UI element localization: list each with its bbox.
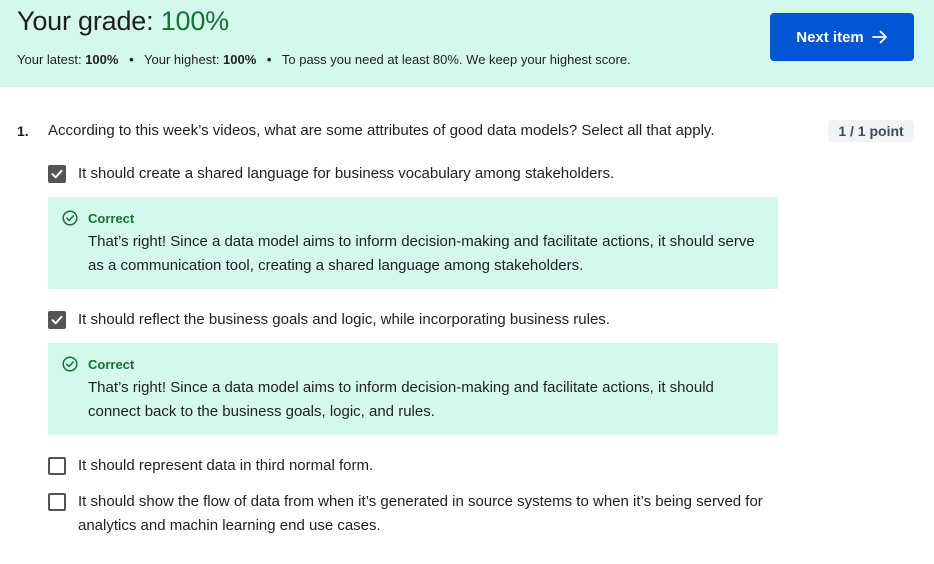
latest-label: Your latest: — [17, 52, 86, 67]
checkbox-unchecked[interactable] — [48, 457, 66, 475]
next-item-button[interactable]: Next item — [770, 13, 914, 61]
grade-summary: Your latest: 100% • Your highest: 100% •… — [17, 52, 631, 67]
question-text: According to this week’s videos, what ar… — [48, 122, 715, 139]
option-1[interactable]: It should create a shared language for b… — [48, 165, 614, 186]
option-2[interactable]: It should reflect the business goals and… — [48, 311, 610, 332]
feedback-correct: Correct That’s right! Since a data model… — [48, 197, 778, 289]
separator-dot: • — [129, 52, 134, 67]
option-label: It should create a shared language for b… — [78, 165, 615, 182]
highest-label: Your highest: — [144, 52, 224, 67]
option-3[interactable]: It should represent data in third normal… — [48, 457, 373, 478]
checkbox-checked[interactable] — [48, 165, 66, 183]
checkmark-icon — [51, 315, 63, 325]
checkbox-unchecked[interactable] — [48, 493, 66, 511]
grade-value: 100% — [160, 6, 229, 36]
question-number: 1. — [17, 123, 29, 139]
check-circle-icon — [62, 356, 78, 377]
feedback-label: Correct — [88, 357, 135, 372]
option-label: It should reflect the business goals and… — [78, 311, 610, 328]
pass-note: To pass you need at least 80%. We keep y… — [281, 52, 631, 67]
grade-banner: Your grade: 100% Your latest: 100% • You… — [0, 0, 934, 87]
separator-dot: • — [266, 52, 272, 67]
grade-title-prefix: Your grade: — [17, 6, 161, 36]
checkbox-checked[interactable] — [48, 311, 66, 329]
latest-value: 100% — [85, 52, 119, 67]
option-4[interactable]: It should show the flow of data from whe… — [48, 493, 768, 538]
feedback-text: That’s right! Since a data model aims to… — [88, 379, 714, 420]
feedback-correct: Correct That’s right! Since a data model… — [48, 343, 778, 435]
option-label: It should show the flow of data from whe… — [78, 493, 763, 534]
grade-title: Your grade: 100% — [17, 6, 229, 37]
check-circle-icon — [62, 210, 78, 231]
highest-value: 100% — [223, 52, 257, 67]
option-label: It should represent data in third normal… — [78, 457, 374, 474]
arrow-right-icon — [871, 29, 888, 45]
points-badge: 1 / 1 point — [828, 120, 914, 142]
checkmark-icon — [51, 169, 63, 179]
feedback-text: That’s right! Since a data model aims to… — [88, 233, 755, 274]
next-item-label: Next item — [796, 28, 864, 46]
feedback-label: Correct — [88, 211, 135, 226]
